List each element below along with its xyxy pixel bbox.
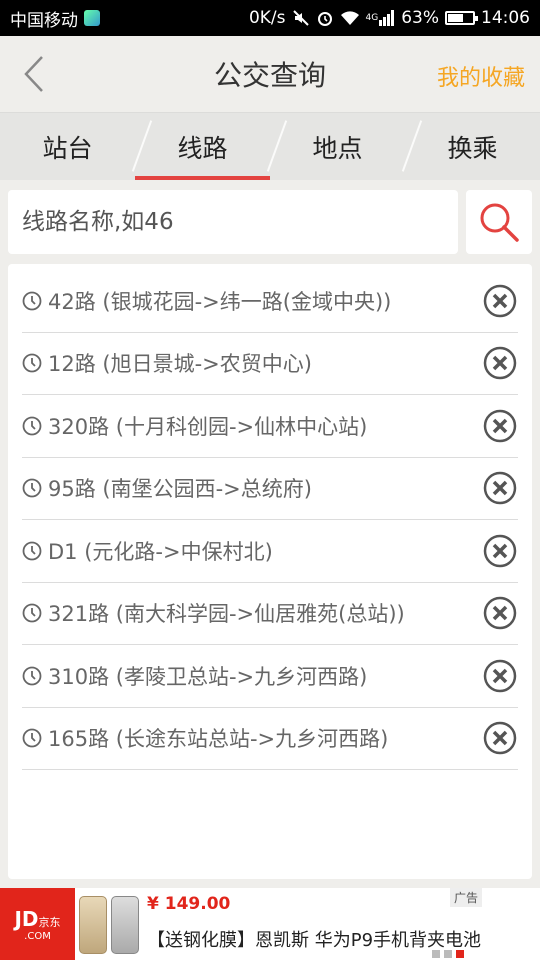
ad-pager-dot-active bbox=[456, 950, 464, 958]
my-favorites-link[interactable]: 我的收藏 bbox=[437, 60, 525, 92]
history-item[interactable]: 42路 (银城花园->纬一路(金域中央)) bbox=[22, 270, 518, 333]
jd-logo-com: .COM bbox=[24, 930, 51, 942]
remove-history-button[interactable] bbox=[482, 533, 518, 569]
history-item-label: 321路 (南大科学园->仙居雅苑(总站)) bbox=[48, 602, 405, 627]
remove-history-button[interactable] bbox=[482, 595, 518, 631]
tab-transfer[interactable]: 换乘 bbox=[405, 113, 540, 180]
close-circle-icon bbox=[483, 659, 517, 692]
tab-label: 站台 bbox=[42, 133, 93, 163]
search-bar bbox=[8, 190, 532, 254]
search-icon bbox=[480, 203, 519, 242]
remove-history-button[interactable] bbox=[482, 345, 518, 381]
close-circle-icon bbox=[483, 472, 517, 505]
ad-description: 【送钢化膜】恩凯斯 华为P9手机背夹电池 bbox=[147, 930, 482, 951]
remove-history-button[interactable] bbox=[482, 283, 518, 319]
history-item-label: 95路 (南堡公园西->总统府) bbox=[48, 477, 312, 502]
tab-station[interactable]: 站台 bbox=[0, 113, 153, 180]
signal-label: 4G bbox=[365, 13, 379, 23]
clock-icon bbox=[22, 728, 42, 748]
history-item-label: 165路 (长途东站总站->九乡河西路) bbox=[48, 727, 389, 752]
ad-banner[interactable]: JD京东 .COM ¥ 149.00 【送钢化膜】恩凯斯 华为P9手机背夹电池 … bbox=[0, 888, 540, 960]
history-item[interactable]: 320路 (十月科创园->仙林中心站) bbox=[22, 395, 518, 458]
clock-icon bbox=[22, 666, 42, 686]
history-item[interactable]: 165路 (长途东站总站->九乡河西路) bbox=[22, 708, 518, 770]
jd-logo: JD京东 .COM bbox=[0, 888, 75, 960]
history-item-label: 12路 (旭日景城->农贸中心) bbox=[48, 352, 312, 377]
ad-pager-dot bbox=[444, 950, 452, 958]
ad-badge: 广告 bbox=[449, 888, 482, 907]
close-circle-icon bbox=[483, 409, 517, 442]
clock-icon bbox=[22, 416, 42, 436]
close-circle-icon bbox=[483, 347, 517, 380]
history-item-label: 320路 (十月科创园->仙林中心站) bbox=[48, 414, 368, 439]
battery-percent: 63% bbox=[401, 8, 439, 28]
history-item-label: 42路 (银城花园->纬一路(金域中央)) bbox=[48, 289, 392, 314]
remove-history-button[interactable] bbox=[482, 408, 518, 444]
tab-place[interactable]: 地点 bbox=[270, 113, 423, 180]
net-speed: 0K/s bbox=[248, 8, 286, 28]
back-button[interactable] bbox=[14, 54, 54, 94]
search-history-list: 42路 (银城花园->纬一路(金域中央)) 12路 (旭日景城->农贸中心) 3… bbox=[8, 264, 532, 879]
route-search-input[interactable] bbox=[8, 190, 458, 254]
remove-history-button[interactable] bbox=[482, 658, 518, 694]
close-circle-icon bbox=[483, 597, 517, 630]
ad-product-image bbox=[75, 888, 143, 960]
search-button[interactable] bbox=[466, 190, 532, 254]
tab-label: 换乘 bbox=[447, 133, 498, 163]
signal-icon: 4G bbox=[366, 10, 396, 26]
history-item-label: D1 (元化路->中保村北) bbox=[48, 539, 273, 564]
active-tab-indicator bbox=[135, 176, 270, 180]
page-title: 公交查询 bbox=[213, 59, 326, 92]
search-mode-tabs: 站台 线路 地点 换乘 bbox=[0, 112, 540, 180]
close-circle-icon bbox=[483, 284, 517, 317]
close-circle-icon bbox=[483, 722, 517, 755]
jd-logo-main: JD京东 bbox=[14, 906, 61, 931]
clock-icon bbox=[22, 478, 42, 498]
clock-time: 14:06 bbox=[481, 8, 530, 28]
chevron-left-icon bbox=[24, 56, 43, 92]
ad-pager bbox=[432, 950, 464, 958]
status-bar: 中国移动 0K/s 4G 63% 14:06 bbox=[0, 0, 540, 36]
clock-icon bbox=[22, 291, 42, 311]
battery-icon bbox=[445, 11, 478, 25]
history-item[interactable]: D1 (元化路->中保村北) bbox=[22, 520, 518, 583]
history-item-label: 310路 (孝陵卫总站->九乡河西路) bbox=[48, 664, 368, 689]
remove-history-button[interactable] bbox=[482, 470, 518, 506]
phone-back-image bbox=[111, 896, 139, 954]
phone-front-image bbox=[79, 896, 107, 954]
sim-icon bbox=[84, 10, 100, 26]
tab-label: 地点 bbox=[312, 133, 363, 163]
alarm-icon bbox=[316, 9, 334, 27]
history-item[interactable]: 95路 (南堡公园西->总统府) bbox=[22, 458, 518, 520]
ad-text: ¥ 149.00 【送钢化膜】恩凯斯 华为P9手机背夹电池 广告 bbox=[143, 888, 540, 960]
wifi-icon bbox=[340, 10, 360, 26]
app-header: 公交查询 我的收藏 bbox=[0, 36, 540, 112]
clock-icon bbox=[22, 541, 42, 561]
tab-route[interactable]: 线路 bbox=[135, 113, 288, 180]
tab-label: 线路 bbox=[177, 133, 228, 163]
carrier-label: 中国移动 bbox=[10, 10, 78, 31]
mute-icon bbox=[292, 9, 310, 27]
clock-icon bbox=[22, 603, 42, 623]
remove-history-button[interactable] bbox=[482, 720, 518, 756]
close-circle-icon bbox=[483, 534, 517, 567]
history-item[interactable]: 310路 (孝陵卫总站->九乡河西路) bbox=[22, 645, 518, 708]
ad-pager-dot bbox=[432, 950, 440, 958]
history-item[interactable]: 321路 (南大科学园->仙居雅苑(总站)) bbox=[22, 583, 518, 645]
clock-icon bbox=[22, 353, 42, 373]
history-item[interactable]: 12路 (旭日景城->农贸中心) bbox=[22, 333, 518, 395]
